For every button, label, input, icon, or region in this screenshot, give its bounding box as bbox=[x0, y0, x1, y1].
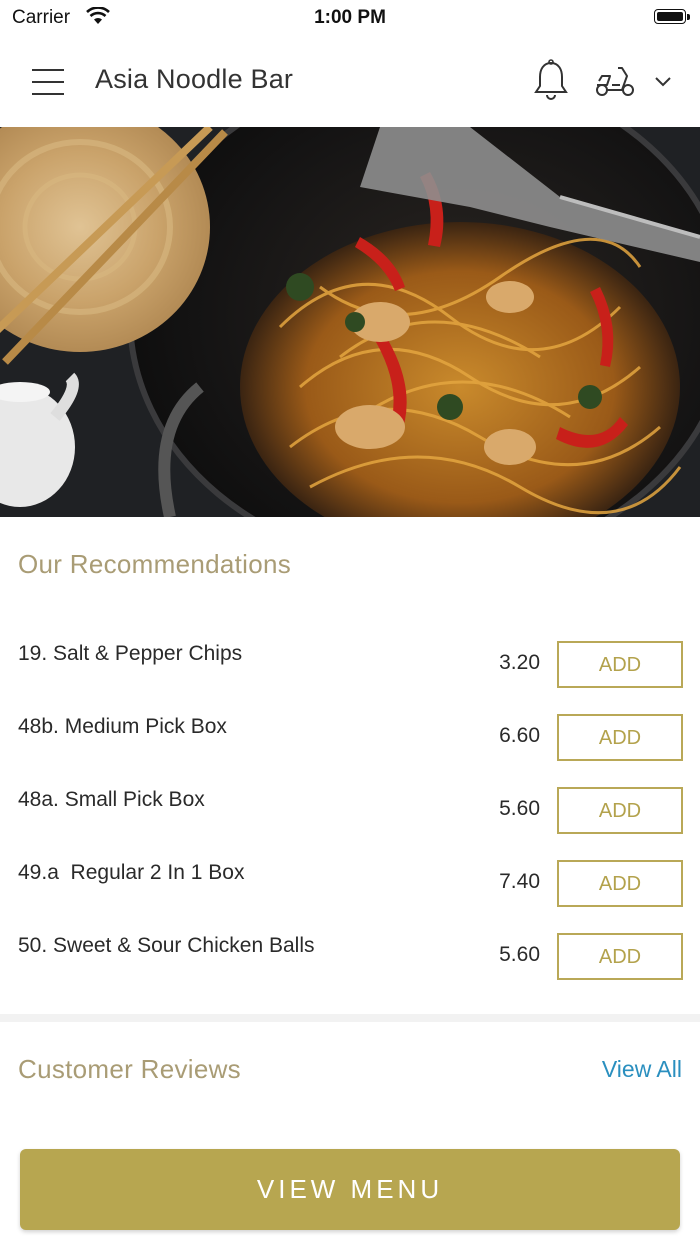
battery-icon bbox=[654, 9, 690, 24]
item-price: 7.40 bbox=[499, 870, 540, 893]
item-price: 6.60 bbox=[499, 724, 540, 747]
chevron-down-icon[interactable] bbox=[653, 74, 673, 88]
list-item: 19. Salt & Pepper Chips 3.20 ADD bbox=[0, 628, 700, 701]
bell-icon[interactable] bbox=[532, 59, 570, 101]
add-button[interactable]: ADD bbox=[557, 860, 683, 907]
status-time: 1:00 PM bbox=[314, 7, 386, 28]
hero-image bbox=[0, 127, 700, 517]
list-item: 50. Sweet & Sour Chicken Balls 5.60 ADD bbox=[0, 920, 700, 993]
add-button[interactable]: ADD bbox=[557, 641, 683, 688]
item-name: 49.a Regular 2 In 1 Box bbox=[18, 861, 245, 884]
add-button[interactable]: ADD bbox=[557, 933, 683, 980]
app-title: Asia Noodle Bar bbox=[95, 64, 294, 94]
wok-noodles-photo bbox=[0, 127, 700, 517]
list-item: 48a. Small Pick Box 5.60 ADD bbox=[0, 774, 700, 847]
nav-bar: Asia Noodle Bar bbox=[0, 36, 700, 127]
scooter-icon[interactable] bbox=[594, 64, 636, 98]
view-menu-button[interactable]: VIEW MENU bbox=[20, 1149, 680, 1230]
item-name: 48a. Small Pick Box bbox=[18, 788, 205, 811]
item-name: 48b. Medium Pick Box bbox=[18, 715, 227, 738]
status-bar: Carrier 1:00 PM bbox=[0, 0, 700, 36]
item-price: 5.60 bbox=[499, 943, 540, 966]
menu-icon[interactable] bbox=[32, 69, 64, 95]
list-item: 49.a Regular 2 In 1 Box 7.40 ADD bbox=[0, 847, 700, 920]
item-name: 50. Sweet & Sour Chicken Balls bbox=[18, 934, 315, 957]
list-item: 48b. Medium Pick Box 6.60 ADD bbox=[0, 701, 700, 774]
recommendations-title: Our Recommendations bbox=[18, 549, 292, 579]
view-all-link[interactable]: View All bbox=[602, 1056, 682, 1083]
section-divider bbox=[0, 1014, 700, 1022]
add-button[interactable]: ADD bbox=[557, 787, 683, 834]
reviews-title: Customer Reviews bbox=[18, 1054, 241, 1084]
item-name: 19. Salt & Pepper Chips bbox=[18, 642, 243, 665]
item-price: 3.20 bbox=[499, 651, 540, 674]
add-button[interactable]: ADD bbox=[557, 714, 683, 761]
item-price: 5.60 bbox=[499, 797, 540, 820]
